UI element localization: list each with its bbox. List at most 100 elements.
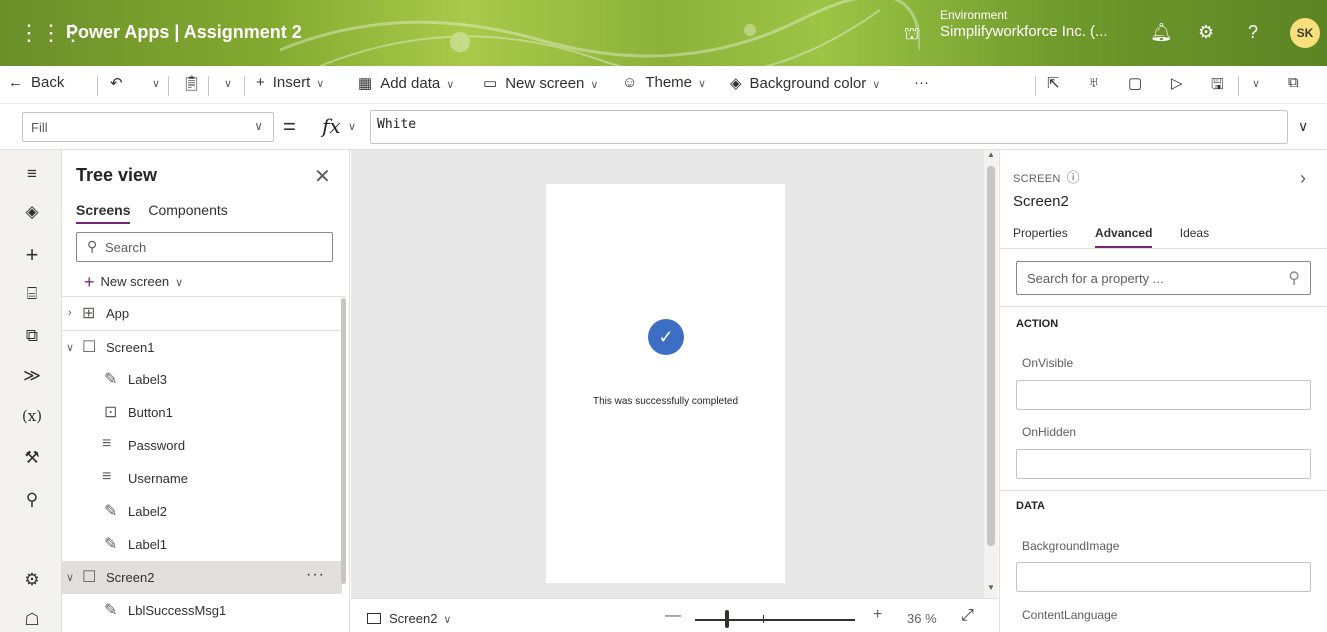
tree-item-label: Button1	[128, 405, 173, 420]
tree-item-screen1[interactable]: ∨ ☐ Screen1	[62, 330, 342, 363]
tab-ideas[interactable]: Ideas	[1180, 226, 1209, 246]
data-icon[interactable]: ⌸	[20, 284, 44, 304]
chevron-down-icon[interactable]: ∨	[66, 341, 74, 354]
app-checker-button[interactable]: ♅	[1088, 74, 1099, 91]
onhidden-input[interactable]	[1016, 449, 1311, 479]
theme-button[interactable]: ☺ Theme ∨	[622, 74, 706, 91]
comments-button[interactable]: ▢	[1128, 74, 1142, 92]
scroll-up-icon[interactable]: ▲	[987, 150, 995, 159]
tree-item-username[interactable]: ≡ Username	[62, 462, 342, 495]
variables-icon[interactable]: (x)	[20, 407, 44, 425]
save-icon: 🖫	[1211, 76, 1224, 93]
add-data-label: Add data	[380, 75, 441, 92]
tab-properties[interactable]: Properties	[1013, 226, 1068, 246]
property-dropdown[interactable]: Fill ∨	[22, 112, 274, 142]
scroll-down-icon[interactable]: ▼	[987, 583, 995, 592]
background-color-button[interactable]: ◈ Background color ∨	[730, 74, 880, 92]
property-search-placeholder: Search for a property ...	[1027, 271, 1164, 286]
tree-item-screen2[interactable]: ∨ ☐ Screen2 ···	[62, 561, 342, 594]
tree-item-label: Screen2	[106, 570, 155, 585]
publish-button[interactable]: ⧉	[1288, 74, 1299, 91]
formula-input[interactable]: White	[370, 110, 1288, 144]
expand-formula-icon[interactable]: ∨	[1298, 118, 1308, 135]
backgroundimage-input[interactable]	[1016, 562, 1311, 592]
search-icon[interactable]: ⚲	[20, 490, 44, 510]
tree-scrollbar[interactable]	[341, 298, 346, 584]
design-canvas[interactable]: ✓ This was successfully completed	[351, 150, 984, 598]
chevron-right-icon[interactable]: ›	[68, 307, 72, 319]
zoom-slider-thumb[interactable]	[725, 610, 729, 628]
undo-dropdown[interactable]: ∨	[146, 74, 160, 91]
divider	[1000, 490, 1327, 491]
zoom-out-button[interactable]: —	[665, 607, 681, 625]
onvisible-input[interactable]	[1016, 380, 1311, 410]
section-action: ACTION	[1016, 318, 1059, 330]
help-icon[interactable]: ⓘ	[1067, 170, 1080, 185]
tree-item-app[interactable]: › ⊞ App	[62, 297, 342, 330]
tab-screens[interactable]: Screens	[76, 202, 131, 224]
menu-icon[interactable]: ≡	[20, 164, 44, 184]
settings-icon[interactable]: ⚙	[1198, 22, 1214, 43]
label-edit-icon: ✎	[104, 371, 118, 388]
back-button[interactable]: ← Back	[8, 74, 64, 91]
paste-dropdown[interactable]: ∨	[218, 74, 232, 91]
new-screen-button[interactable]: + New screen ∨	[84, 272, 183, 293]
save-button[interactable]: 🖫	[1211, 74, 1224, 99]
tree-item-button1[interactable]: ⊡ Button1	[62, 396, 342, 429]
tree-item-label2[interactable]: ✎ Label2	[62, 495, 342, 528]
checkmark-icon: ✓	[648, 319, 684, 355]
screen-selector[interactable]: Screen2 ∨	[367, 611, 451, 626]
tree-search-input[interactable]: ⚲ Search	[76, 232, 333, 262]
virtual-agent-icon[interactable]: ☖	[20, 610, 44, 630]
zoom-slider[interactable]	[695, 619, 855, 621]
zoom-in-button[interactable]: +	[873, 606, 882, 624]
formula-bar: Fill ∨ = fx ∨ White ∨	[0, 104, 1327, 150]
insert-plus-icon[interactable]: +	[20, 242, 44, 268]
search-icon: ⚲	[1288, 270, 1300, 287]
fit-to-window-icon[interactable]: ⤢	[961, 607, 974, 625]
media-icon[interactable]: ⧉	[20, 326, 44, 346]
close-icon[interactable]: ✕	[314, 164, 331, 189]
fx-icon[interactable]: fx	[322, 114, 341, 138]
settings-icon[interactable]: ⚙	[20, 570, 44, 590]
app-launcher-icon[interactable]: ⋮⋮⋮	[18, 20, 84, 46]
tree-item-label: Label1	[128, 537, 168, 552]
tab-components[interactable]: Components	[148, 202, 227, 222]
share-button[interactable]: ⇱	[1047, 74, 1060, 92]
comment-icon: ▢	[1128, 75, 1143, 92]
layers-icon[interactable]: ◈	[20, 202, 44, 222]
more-commands-button[interactable]: ···	[914, 74, 929, 91]
help-icon[interactable]: ?	[1248, 22, 1258, 43]
save-dropdown[interactable]: ∨	[1246, 74, 1260, 91]
paste-button[interactable]: 📋︎	[182, 74, 201, 92]
power-automate-icon[interactable]: ≫	[20, 366, 44, 386]
tree-item-lblsuccessmsg1[interactable]: ✎ LblSuccessMsg1	[62, 594, 342, 627]
undo-button[interactable]: ↶	[110, 74, 123, 92]
control-type-label: SCREEN	[1013, 173, 1061, 185]
scrollbar-thumb[interactable]	[987, 166, 995, 546]
chevron-down-icon[interactable]: ∨	[348, 120, 356, 133]
screen2-preview[interactable]: ✓ This was successfully completed	[546, 184, 785, 583]
tree-item-label1[interactable]: ✎ Label1	[62, 528, 342, 561]
chevron-down-icon: ∨	[224, 78, 233, 90]
tab-advanced[interactable]: Advanced	[1095, 226, 1153, 248]
insert-button[interactable]: + Insert ∨	[256, 74, 324, 91]
preview-button[interactable]: ▷	[1171, 74, 1183, 92]
avatar[interactable]: SK	[1290, 18, 1320, 48]
advanced-tools-icon[interactable]: ⚒	[20, 448, 44, 468]
notifications-icon[interactable]: 🔔︎	[1150, 22, 1173, 43]
label-edit-icon: ✎	[104, 503, 118, 520]
divider	[244, 76, 245, 96]
tree-item-label: Username	[128, 471, 188, 486]
undo-icon: ↶	[110, 75, 123, 92]
property-search-input[interactable]: Search for a property ... ⚲	[1016, 261, 1311, 295]
chevron-right-icon[interactable]: ›	[1300, 168, 1306, 189]
success-message[interactable]: This was successfully completed	[546, 396, 785, 407]
tree-item-password[interactable]: ≡ Password	[62, 429, 342, 462]
tree-item-label3[interactable]: ✎ Label3	[62, 363, 342, 396]
add-data-button[interactable]: ▦ Add data ∨	[358, 74, 454, 92]
canvas-scrollbar[interactable]: ▲ ▼	[984, 150, 998, 598]
chevron-down-icon[interactable]: ∨	[66, 571, 74, 584]
new-screen-button[interactable]: ▭ New screen ∨	[483, 74, 598, 92]
more-options-button[interactable]: ···	[306, 566, 325, 584]
